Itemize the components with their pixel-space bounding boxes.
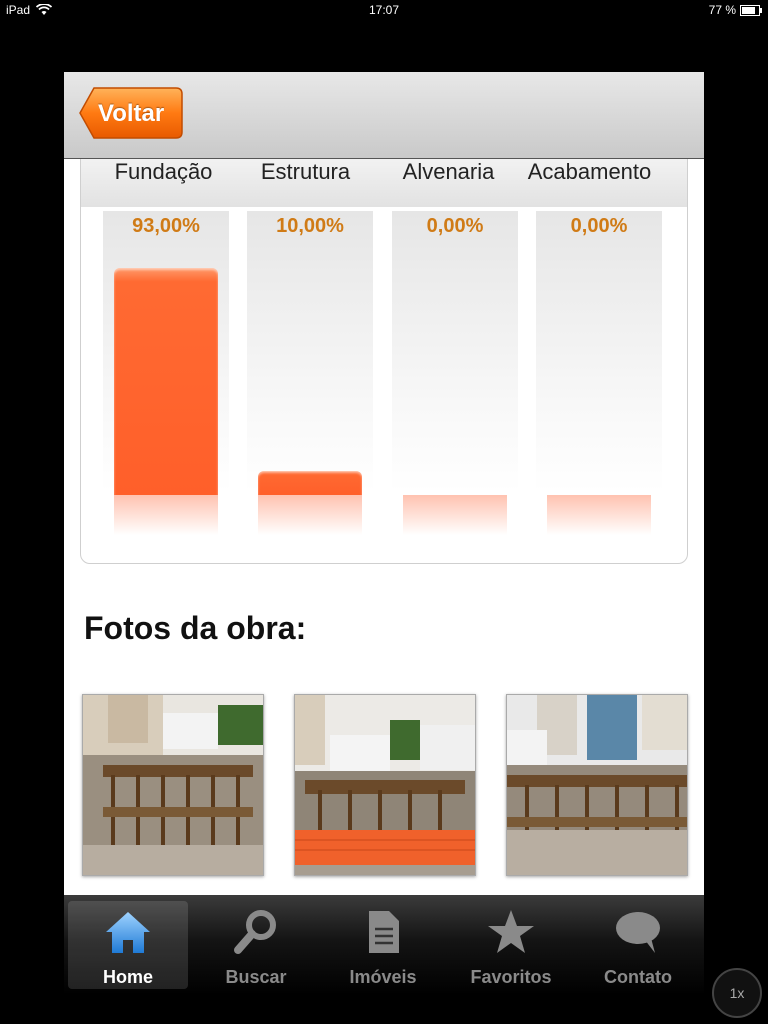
construction-photo-2: [295, 695, 475, 875]
home-icon: [106, 912, 150, 953]
tab-label: Home: [102, 967, 153, 987]
bar-value-label: 93,00%: [132, 215, 200, 237]
tab-bar: Home Buscar Imóveis Favoritos Contato: [64, 895, 704, 995]
status-time: 17:07: [368, 3, 400, 17]
tab-home[interactable]: Home: [68, 901, 188, 989]
speech-bubble-icon: [616, 912, 660, 953]
status-bar: iPad 17:07 77 %: [0, 0, 768, 20]
bar-reflection: [114, 495, 218, 535]
back-button-label: Voltar: [98, 100, 165, 127]
document-icon: [369, 911, 399, 953]
tab-label: Favoritos: [470, 967, 552, 987]
photo-thumbnail-1[interactable]: [82, 694, 264, 876]
category-label: Acabamento: [527, 159, 652, 184]
bar-value-label: 0,00%: [570, 215, 628, 237]
tab-label: Imóveis: [349, 967, 417, 987]
tab-favorites[interactable]: Favoritos: [451, 901, 571, 989]
back-button[interactable]: Voltar: [78, 86, 184, 140]
category-label: Fundação: [114, 159, 213, 184]
battery-percent: 77 %: [708, 3, 736, 17]
bar-value-label: 0,00%: [426, 215, 484, 237]
bar-reflection: [258, 495, 362, 535]
tab-label: Contato: [604, 967, 672, 987]
battery-icon: [740, 4, 762, 16]
tab-label: Buscar: [225, 967, 287, 987]
search-icon: [234, 910, 276, 954]
bar-value-label: 10,00%: [276, 215, 344, 237]
zoom-button[interactable]: 1x: [712, 968, 762, 1018]
navigation-bar: Voltar: [64, 72, 704, 159]
category-label: Estrutura: [260, 159, 351, 184]
app-window: Voltar Fundação Estrutura Alvenaria Acab…: [64, 72, 704, 895]
bar-reflection: [403, 495, 507, 535]
tab-properties[interactable]: Imóveis: [323, 901, 443, 989]
progress-chart: Fundação Estrutura Alvenaria Acabamento …: [80, 142, 688, 564]
tab-search[interactable]: Buscar: [196, 901, 316, 989]
bar: [258, 471, 362, 495]
photos-title: Fotos da obra:: [84, 610, 307, 646]
bar-reflection: [547, 495, 651, 535]
construction-photo-3: [507, 695, 687, 875]
category-label: Alvenaria: [402, 159, 495, 184]
construction-photo-1: [83, 695, 263, 875]
bar: [114, 268, 218, 495]
photo-thumbnail-2[interactable]: [294, 694, 476, 876]
star-icon: [488, 910, 534, 953]
tab-contact[interactable]: Contato: [578, 901, 698, 989]
photo-thumbnail-3[interactable]: [506, 694, 688, 876]
